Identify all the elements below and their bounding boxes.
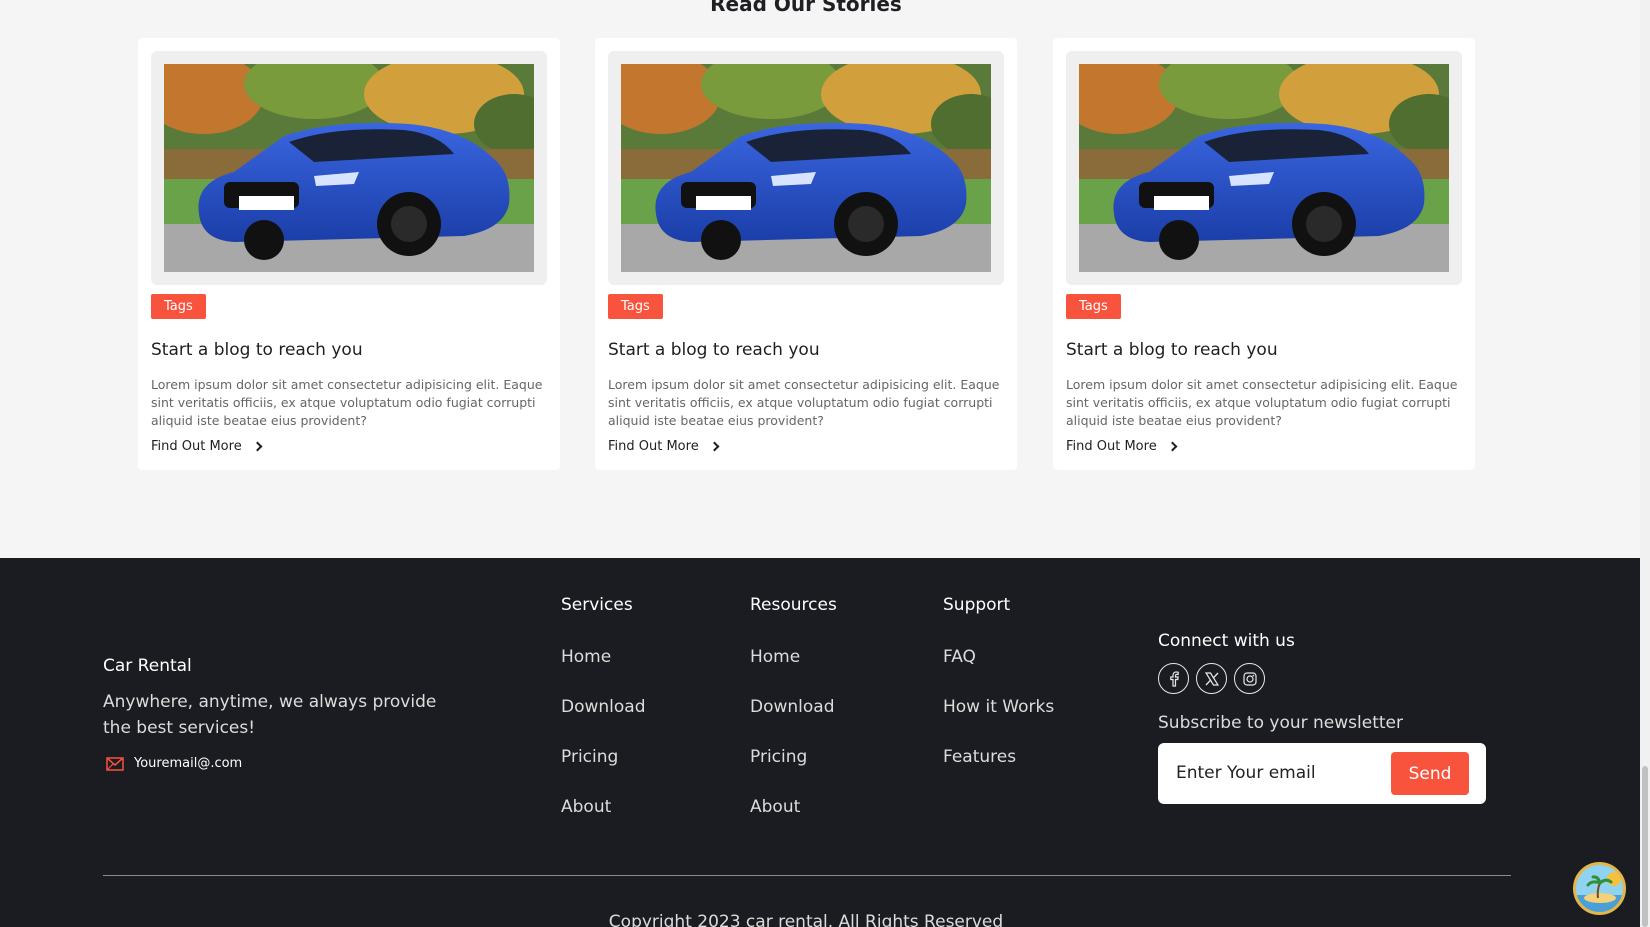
car-photo — [164, 64, 534, 272]
chevron-right-icon — [709, 441, 720, 452]
resources-link-download[interactable]: Download — [750, 695, 837, 719]
services-link-download[interactable]: Download — [561, 695, 646, 719]
story-image-frame — [1066, 51, 1462, 285]
footer-divider — [103, 875, 1511, 876]
social-links — [1158, 663, 1265, 694]
story-image-frame — [151, 51, 547, 285]
find-out-more-link[interactable]: Find Out More — [1066, 439, 1178, 454]
story-excerpt: Lorem ipsum dolor sit amet consectetur a… — [608, 377, 1000, 428]
story-excerpt: Lorem ipsum dolor sit amet consectetur a… — [151, 377, 543, 428]
resources-heading: Resources — [750, 595, 837, 615]
tag-badge[interactable]: Tags — [608, 294, 663, 319]
mail-icon — [106, 757, 124, 771]
find-out-more-label: Find Out More — [1066, 439, 1157, 454]
subscribe-label: Subscribe to your newsletter — [1158, 713, 1403, 733]
resources-column: Resources Home Download Pricing About — [750, 595, 837, 845]
find-out-more-link[interactable]: Find Out More — [151, 439, 263, 454]
find-out-more-label: Find Out More — [151, 439, 242, 454]
story-image-frame — [608, 51, 1004, 285]
scrollbar-thumb[interactable] — [1642, 766, 1648, 927]
send-button[interactable]: Send — [1391, 752, 1469, 795]
resources-link-home[interactable]: Home — [750, 645, 837, 669]
tag-badge[interactable]: Tags — [1066, 294, 1121, 319]
x-icon[interactable] — [1196, 663, 1227, 694]
car-photo — [621, 64, 991, 272]
car-photo — [1079, 64, 1449, 272]
instagram-icon[interactable] — [1234, 663, 1265, 694]
floating-island-icon[interactable] — [1573, 862, 1626, 915]
page-scrollbar[interactable] — [1640, 0, 1650, 927]
story-title: Start a blog to reach you — [1066, 340, 1278, 360]
story-excerpt: Lorem ipsum dolor sit amet consectetur a… — [1066, 377, 1458, 428]
email-text: Youremail@.com — [134, 756, 243, 771]
copyright-text: Copyright 2023 car rental. All Rights Re… — [608, 912, 1004, 927]
find-out-more-label: Find Out More — [608, 439, 699, 454]
services-link-pricing[interactable]: Pricing — [561, 745, 646, 769]
support-heading: Support — [943, 595, 1011, 615]
story-title: Start a blog to reach you — [608, 340, 820, 360]
services-link-home[interactable]: Home — [561, 645, 646, 669]
tag-badge[interactable]: Tags — [151, 294, 206, 319]
find-out-more-link[interactable]: Find Out More — [608, 439, 720, 454]
support-link-faq[interactable]: FAQ — [943, 645, 1054, 669]
newsletter-form: Send — [1158, 743, 1486, 804]
resources-link-about[interactable]: About — [750, 795, 837, 819]
footer-tagline: Anywhere, anytime, we always provide the… — [103, 692, 437, 738]
chevron-right-icon — [252, 441, 263, 452]
chevron-right-icon — [1167, 441, 1178, 452]
footer-email[interactable]: Youremail@.com — [106, 756, 242, 771]
services-heading: Services — [561, 595, 633, 615]
services-link-about[interactable]: About — [561, 795, 646, 819]
resources-link-pricing[interactable]: Pricing — [750, 745, 837, 769]
services-column: Services Home Download Pricing About — [561, 595, 646, 845]
support-column: Support FAQ How it Works Features — [943, 595, 1054, 795]
site-footer: Car Rental Anywhere, anytime, we always … — [0, 558, 1640, 927]
story-card: Tags Start a blog to reach you Lorem ips… — [138, 38, 560, 470]
support-link-how-it-works[interactable]: How it Works — [943, 695, 1054, 719]
story-card: Tags Start a blog to reach you Lorem ips… — [595, 38, 1017, 470]
section-title: Read Our Stories — [710, 0, 902, 16]
newsletter-email-input[interactable] — [1176, 757, 1386, 789]
support-link-features[interactable]: Features — [943, 745, 1054, 769]
story-card: Tags Start a blog to reach you Lorem ips… — [1053, 38, 1475, 470]
facebook-icon[interactable] — [1158, 663, 1189, 694]
story-title: Start a blog to reach you — [151, 340, 363, 360]
connect-heading: Connect with us — [1158, 631, 1295, 651]
footer-brand: Car Rental — [103, 656, 192, 676]
